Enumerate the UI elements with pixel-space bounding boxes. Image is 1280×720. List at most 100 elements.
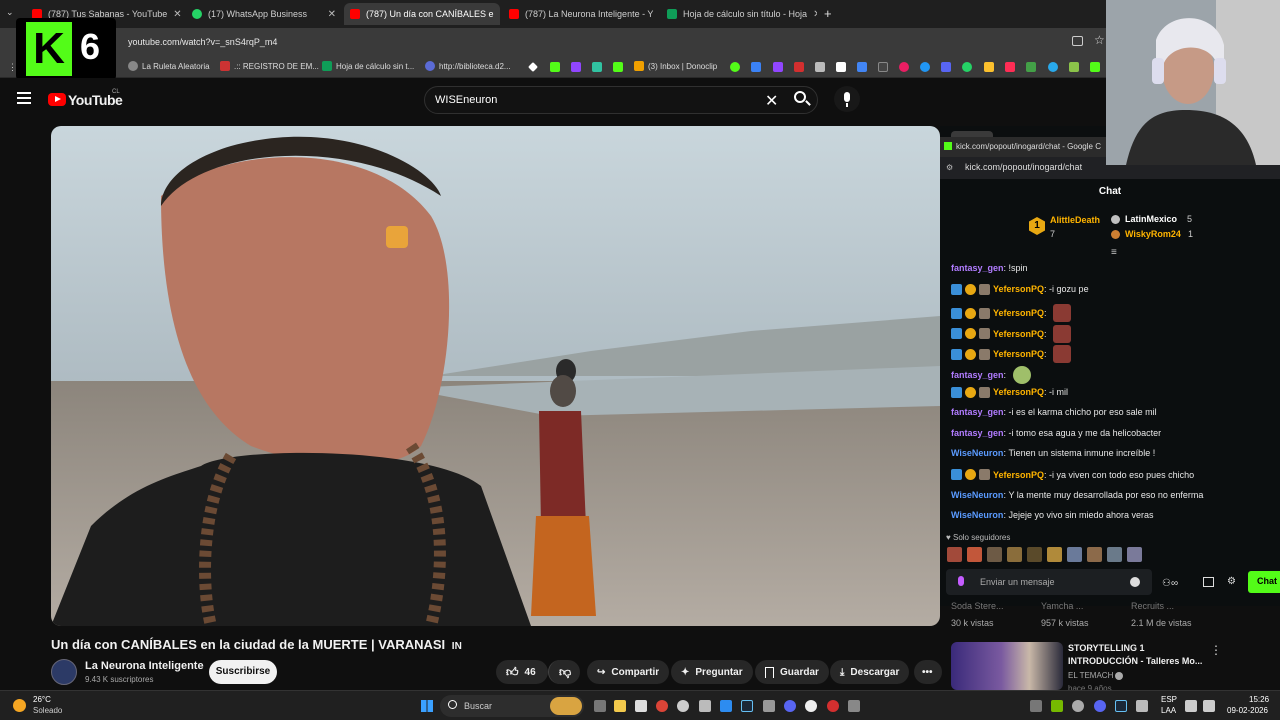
browser-tab-active[interactable]: (787) Un día con CANÍBALES e ✕ [344,3,500,25]
emote-icon[interactable] [1007,547,1022,562]
rec-title[interactable]: Recruits ... [1131,601,1174,611]
language-line1[interactable]: ESP [1161,695,1177,704]
ask-button[interactable]: ✦ Preguntar [671,660,753,684]
chat-username[interactable]: YefersonPQ [993,470,1044,480]
blue-bookmark-icon[interactable] [751,62,761,72]
tab-search-chevron-icon[interactable]: ⌄ [6,7,14,18]
bookmark-item[interactable]: Hoja de cálculo sin t... [322,61,414,71]
clear-search-icon[interactable]: ✕ [765,91,778,111]
emoji-icon[interactable] [1130,577,1140,587]
emote-icon[interactable] [1027,547,1042,562]
file-explorer-icon[interactable] [614,700,626,712]
next-video-channel[interactable]: EL TEMACH [1068,671,1113,680]
like-button[interactable]: 👍︎ 46 [496,660,548,684]
bookmark-item[interactable]: http://biblioteca.d2... [425,61,511,71]
connections-icon[interactable]: ⚇∞ [1162,578,1178,589]
telegram-bookmark-icon[interactable] [1048,62,1058,72]
app-icon[interactable] [763,700,775,712]
tray-steam-icon[interactable] [1115,700,1127,712]
tiktok-bookmark-icon[interactable] [1005,62,1015,72]
yellow-bookmark-icon[interactable] [984,62,994,72]
chat-username[interactable]: YefersonPQ [993,308,1044,318]
browser-tab[interactable]: (787) La Neurona Inteligente - Y ✕ [503,3,657,25]
green-bookmark-icon[interactable] [1026,62,1036,72]
bookmark-item[interactable]: La Ruleta Aleatoria [128,61,210,71]
twitch-bookmark-icon[interactable] [571,62,581,72]
weather-temp[interactable]: 26°C [33,695,51,704]
bookmark-item[interactable]: (3) Inbox | Donoclip [634,61,717,71]
settings-gear-icon[interactable]: ⚙ [1227,576,1236,587]
save-button[interactable]: Guardar [755,660,829,684]
sheet-bookmark-icon[interactable] [857,62,867,72]
chat-username[interactable]: YefersonPQ [993,349,1044,359]
steam-icon[interactable] [741,700,753,712]
search-icon[interactable] [794,91,811,106]
browser-tab[interactable]: Hoja de cálculo sin título - Hoja ✕ [661,3,817,25]
tray-nvidia-icon[interactable] [1051,700,1063,712]
kick-bookmark-icon[interactable] [613,62,623,72]
site-settings-icon[interactable]: ⚙ [946,163,953,172]
kick-bookmark-icon[interactable] [1090,62,1100,72]
discord-icon[interactable] [784,700,796,712]
bookmark-item[interactable]: .:: REGISTRO DE EM... [220,61,319,71]
task-view-icon[interactable] [594,700,606,712]
microphone-icon[interactable] [958,576,964,586]
clock-date[interactable]: 09-02-2026 [1227,706,1268,715]
bookmark-star-icon[interactable]: ☆ [1094,33,1105,47]
channel-name[interactable]: La Neurona Inteligente [85,660,204,672]
app-icon[interactable] [827,700,839,712]
vscode-icon[interactable] [720,700,732,712]
next-video-title-line1[interactable]: STORYTELLING 1 [1068,643,1145,653]
store-icon[interactable] [1203,577,1214,587]
send-chat-button[interactable]: Chat [1248,571,1280,593]
chat-username[interactable]: YefersonPQ [993,387,1044,397]
kick-bookmark-icon[interactable] [550,62,560,72]
emote-icon[interactable] [1067,547,1082,562]
chat-username[interactable]: fantasy_gen [951,370,1004,380]
page-bookmark-icon[interactable] [836,62,846,72]
emote-icon[interactable] [1087,547,1102,562]
chat-username[interactable]: WiseNeuron [951,510,1003,520]
close-tab-icon[interactable]: ✕ [807,9,817,20]
next-video-title-line2[interactable]: INTRODUCCIÓN - Talleres Mo... [1068,656,1202,666]
menu-hamburger-icon[interactable] [17,92,31,104]
more-vertical-icon[interactable]: ⋮ [1210,643,1222,657]
next-video-thumbnail[interactable] [951,642,1063,690]
share-button[interactable]: ↪ Compartir [587,660,670,684]
subscribe-button[interactable]: Suscribirse [209,660,277,684]
chat-username[interactable]: YefersonPQ [993,284,1044,294]
language-line2[interactable]: LAA [1161,706,1176,715]
leaderboard-second-name[interactable]: LatinMexico [1125,214,1177,224]
install-app-icon[interactable] [1072,36,1083,46]
tray-app-icon[interactable] [1072,700,1084,712]
video-player[interactable] [51,126,940,626]
messenger-bookmark-icon[interactable] [920,62,930,72]
emote-icon[interactable] [987,547,1002,562]
volume-icon[interactable] [1203,700,1215,712]
close-tab-icon[interactable]: ✕ [653,9,657,20]
dislike-button[interactable]: 👎︎ [548,660,580,684]
browser-tab[interactable]: (17) WhatsApp Business ✕ [186,3,342,25]
chat-username[interactable]: fantasy_gen [951,263,1004,273]
chat-username[interactable]: WiseNeuron [951,448,1003,458]
network-icon[interactable] [1185,700,1197,712]
expand-leaderboard-icon[interactable]: ≡ [1111,247,1117,258]
app-icon[interactable] [635,700,647,712]
chat-message-input[interactable]: Enviar un mensaje [946,569,1152,595]
emote-icon[interactable] [1127,547,1142,562]
leaderboard-third-name[interactable]: WiskyRom24 [1125,229,1181,239]
new-tab-button[interactable]: + [824,6,832,21]
emote-icon[interactable] [1047,547,1062,562]
download-button[interactable]: ⤓ Descargar [830,660,910,684]
tray-app-icon[interactable] [1030,700,1042,712]
chat-username[interactable]: WiseNeuron [951,490,1003,500]
chat-username[interactable]: fantasy_gen [951,407,1004,417]
more-actions-button[interactable]: ••• [914,660,942,684]
app-icon[interactable] [699,700,711,712]
tray-discord-icon[interactable] [1094,700,1106,712]
channel-avatar[interactable] [51,659,77,685]
streamlabs-bookmark-icon[interactable] [592,62,602,72]
pink-bookmark-icon[interactable] [899,62,909,72]
rec-title[interactable]: Soda Stere... [951,601,1004,611]
chat-username[interactable]: fantasy_gen [951,428,1004,438]
